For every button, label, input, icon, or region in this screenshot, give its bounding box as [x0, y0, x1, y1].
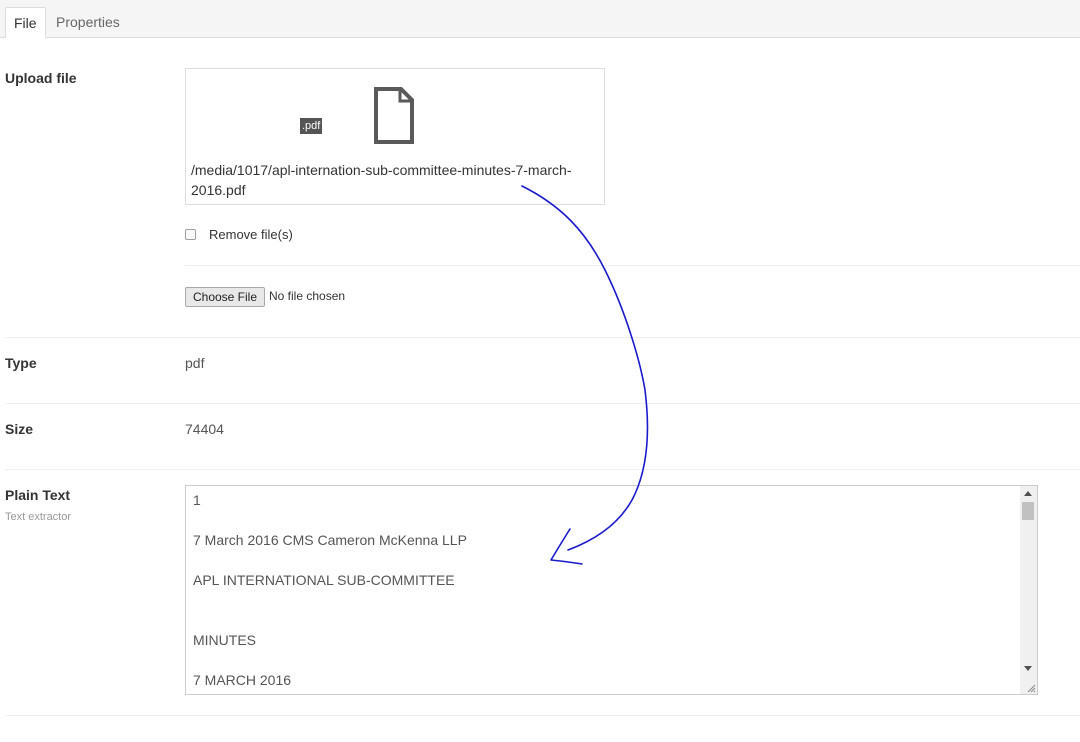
plain-text-label: Plain Text [5, 487, 71, 503]
text-line: 7 March 2016 CMS Cameron McKenna LLP [193, 532, 467, 548]
text-line: APL INTERNATIONAL SUB-COMMITTEE [193, 572, 455, 588]
type-value: pdf [185, 355, 205, 371]
resize-grip-icon[interactable] [1026, 683, 1036, 693]
arrow-up-icon[interactable] [1024, 491, 1032, 496]
text-line: 1 [193, 492, 201, 508]
tab-bar: File Properties [0, 0, 1080, 38]
vertical-scrollbar[interactable] [1020, 486, 1037, 694]
divider [5, 715, 1080, 716]
no-file-chosen-text: No file chosen [269, 289, 346, 303]
tab-properties[interactable]: Properties [48, 7, 128, 38]
divider [185, 265, 1080, 266]
remove-files-label[interactable]: Remove file(s) [209, 227, 293, 242]
file-path-link[interactable]: /media/1017/apl-internation-sub-committe… [191, 160, 603, 200]
plain-text-area[interactable]: 1 7 March 2016 CMS Cameron McKenna LLP A… [185, 485, 1038, 695]
upload-file-label: Upload file [5, 70, 77, 86]
file-document-icon [374, 87, 414, 144]
size-value: 74404 [185, 421, 224, 437]
upload-preview-box: .pdf /media/1017/apl-internation-sub-com… [185, 68, 605, 205]
divider [5, 337, 1080, 338]
type-label: Type [5, 355, 37, 371]
choose-file-button[interactable]: Choose File [185, 287, 265, 307]
text-extractor-sublabel: Text extractor [5, 511, 72, 523]
text-line: 7 MARCH 2016 [193, 672, 292, 688]
tab-file[interactable]: File [5, 7, 46, 38]
divider [5, 403, 1080, 404]
pdf-badge: .pdf [300, 118, 323, 134]
scroll-thumb[interactable] [1022, 502, 1034, 520]
text-line: MINUTES [193, 632, 256, 648]
size-label: Size [5, 421, 34, 437]
divider [5, 469, 1080, 470]
remove-files-checkbox[interactable] [185, 229, 196, 240]
arrow-down-icon[interactable] [1024, 666, 1032, 671]
